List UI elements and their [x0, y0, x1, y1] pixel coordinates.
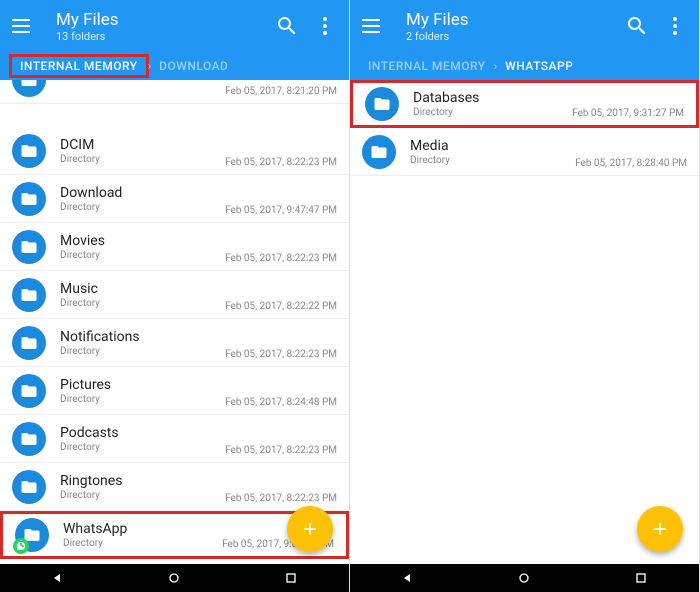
- app-bar: My Files2 folders: [350, 0, 699, 52]
- folder-list: DatabasesDirectoryFeb 05, 2017, 9:31:27 …: [350, 80, 699, 564]
- nav-back-icon[interactable]: [38, 568, 78, 588]
- left-screen: My Files13 folders INTERNAL MEMORY›DOWNLO…: [0, 0, 350, 592]
- item-date: Feb 05, 2017, 8:22:23 PM: [225, 349, 337, 360]
- nav-home-icon[interactable]: [504, 568, 544, 588]
- list-item[interactable]: NotificationsDirectoryFeb 05, 2017, 8:22…: [0, 319, 349, 367]
- folder-list: Feb 05, 2017, 8:21:20 PMDCIMDirectoryFeb…: [0, 80, 349, 564]
- nav-recents-icon[interactable]: [621, 568, 661, 588]
- folder-icon: [365, 87, 399, 121]
- list-item[interactable]: MediaDirectoryFeb 05, 2017, 8:28:40 PM: [350, 128, 699, 176]
- item-date: Feb 05, 2017, 8:22:23 PM: [225, 445, 337, 456]
- whatsapp-badge-icon: [13, 538, 29, 554]
- folder-icon: [12, 134, 46, 168]
- item-name: Download: [60, 185, 225, 201]
- item-name: Notifications: [60, 329, 225, 345]
- breadcrumb-item[interactable]: DOWNLOAD: [151, 57, 236, 75]
- add-fab[interactable]: [637, 506, 683, 552]
- list-item[interactable]: DownloadDirectoryFeb 05, 2017, 9:47:47 P…: [0, 175, 349, 223]
- nav-home-icon[interactable]: [154, 568, 194, 588]
- folder-icon: [12, 470, 46, 504]
- item-sub: Directory: [60, 298, 225, 309]
- list-item[interactable]: MoviesDirectoryFeb 05, 2017, 8:22:23 PM: [0, 223, 349, 271]
- menu-icon[interactable]: [362, 14, 386, 38]
- more-icon[interactable]: [663, 14, 687, 38]
- folder-icon: [12, 80, 46, 97]
- item-sub: Directory: [60, 250, 225, 261]
- search-icon[interactable]: [625, 14, 649, 38]
- folder-icon: [12, 326, 46, 360]
- right-screen: My Files2 folders INTERNAL MEMORY›WHATSAP…: [350, 0, 700, 592]
- item-date: Feb 05, 2017, 8:24:48 PM: [225, 397, 337, 408]
- item-sub: Directory: [60, 442, 225, 453]
- item-name: Ringtones: [60, 473, 225, 489]
- list-item[interactable]: YSLauncherDirectoryFeb 05, 2017, 8:22:07…: [0, 559, 349, 564]
- chevron-right-icon: ›: [494, 59, 498, 73]
- app-subtitle: 2 folders: [406, 30, 611, 43]
- list-item[interactable]: Feb 05, 2017, 8:21:20 PM: [0, 80, 349, 104]
- list-item[interactable]: MusicDirectoryFeb 05, 2017, 8:22:22 PM: [0, 271, 349, 319]
- list-item[interactable]: PodcastsDirectoryFeb 05, 2017, 8:22:23 P…: [0, 415, 349, 463]
- nav-bar: [350, 564, 699, 592]
- item-date: Feb 05, 2017, 9:47:47 PM: [225, 205, 337, 216]
- folder-icon: [15, 518, 49, 552]
- item-date: Feb 05, 2017, 8:22:22 PM: [225, 301, 337, 312]
- item-sub: Directory: [60, 490, 225, 501]
- folder-icon: [12, 182, 46, 216]
- item-sub: Directory: [60, 202, 225, 213]
- item-name: Databases: [413, 90, 572, 106]
- folder-icon: [12, 422, 46, 456]
- list-item[interactable]: DCIMDirectoryFeb 05, 2017, 8:22:23 PM: [0, 127, 349, 175]
- item-sub: Directory: [60, 346, 225, 357]
- folder-icon: [12, 374, 46, 408]
- item-sub: Directory: [63, 538, 222, 549]
- breadcrumb-item[interactable]: INTERNAL MEMORY: [10, 55, 148, 77]
- breadcrumb-item[interactable]: INTERNAL MEMORY: [360, 57, 494, 75]
- item-name: WhatsApp: [63, 521, 222, 537]
- nav-back-icon[interactable]: [388, 568, 428, 588]
- app-title: My Files: [56, 10, 261, 30]
- add-fab[interactable]: [287, 506, 333, 552]
- item-name: Movies: [60, 233, 225, 249]
- item-date: Feb 05, 2017, 8:21:20 PM: [225, 86, 337, 97]
- title-area: My Files13 folders: [56, 10, 261, 43]
- item-sub: Directory: [60, 154, 225, 165]
- item-sub: Directory: [410, 155, 575, 166]
- item-name: Pictures: [60, 377, 225, 393]
- app-title: My Files: [406, 10, 611, 30]
- list-item[interactable]: PicturesDirectoryFeb 05, 2017, 8:24:48 P…: [0, 367, 349, 415]
- title-area: My Files2 folders: [406, 10, 611, 43]
- breadcrumb-item[interactable]: WHATSAPP: [497, 57, 581, 75]
- item-name: Media: [410, 138, 575, 154]
- item-name: Music: [60, 281, 225, 297]
- item-date: Feb 05, 2017, 8:22:23 PM: [225, 493, 337, 504]
- item-date: Feb 05, 2017, 8:22:23 PM: [225, 157, 337, 168]
- app-bar: My Files13 folders: [0, 0, 349, 52]
- list-item[interactable]: DatabasesDirectoryFeb 05, 2017, 9:31:27 …: [350, 80, 699, 128]
- item-sub: Directory: [60, 394, 225, 405]
- nav-recents-icon[interactable]: [271, 568, 311, 588]
- item-sub: Directory: [413, 107, 572, 118]
- item-name: Podcasts: [60, 425, 225, 441]
- menu-icon[interactable]: [12, 14, 36, 38]
- app-subtitle: 13 folders: [56, 30, 261, 43]
- item-date: Feb 05, 2017, 8:22:23 PM: [225, 253, 337, 264]
- more-icon[interactable]: [313, 14, 337, 38]
- nav-bar: [0, 564, 349, 592]
- list-item[interactable]: RingtonesDirectoryFeb 05, 2017, 8:22:23 …: [0, 463, 349, 511]
- folder-icon: [12, 278, 46, 312]
- search-icon[interactable]: [275, 14, 299, 38]
- item-date: Feb 05, 2017, 9:31:27 PM: [572, 108, 684, 119]
- folder-icon: [12, 230, 46, 264]
- item-name: DCIM: [60, 137, 225, 153]
- breadcrumb: INTERNAL MEMORY›DOWNLOAD: [0, 52, 349, 80]
- breadcrumb: INTERNAL MEMORY›WHATSAPP: [350, 52, 699, 80]
- item-date: Feb 05, 2017, 8:28:40 PM: [575, 158, 687, 169]
- folder-icon: [362, 135, 396, 169]
